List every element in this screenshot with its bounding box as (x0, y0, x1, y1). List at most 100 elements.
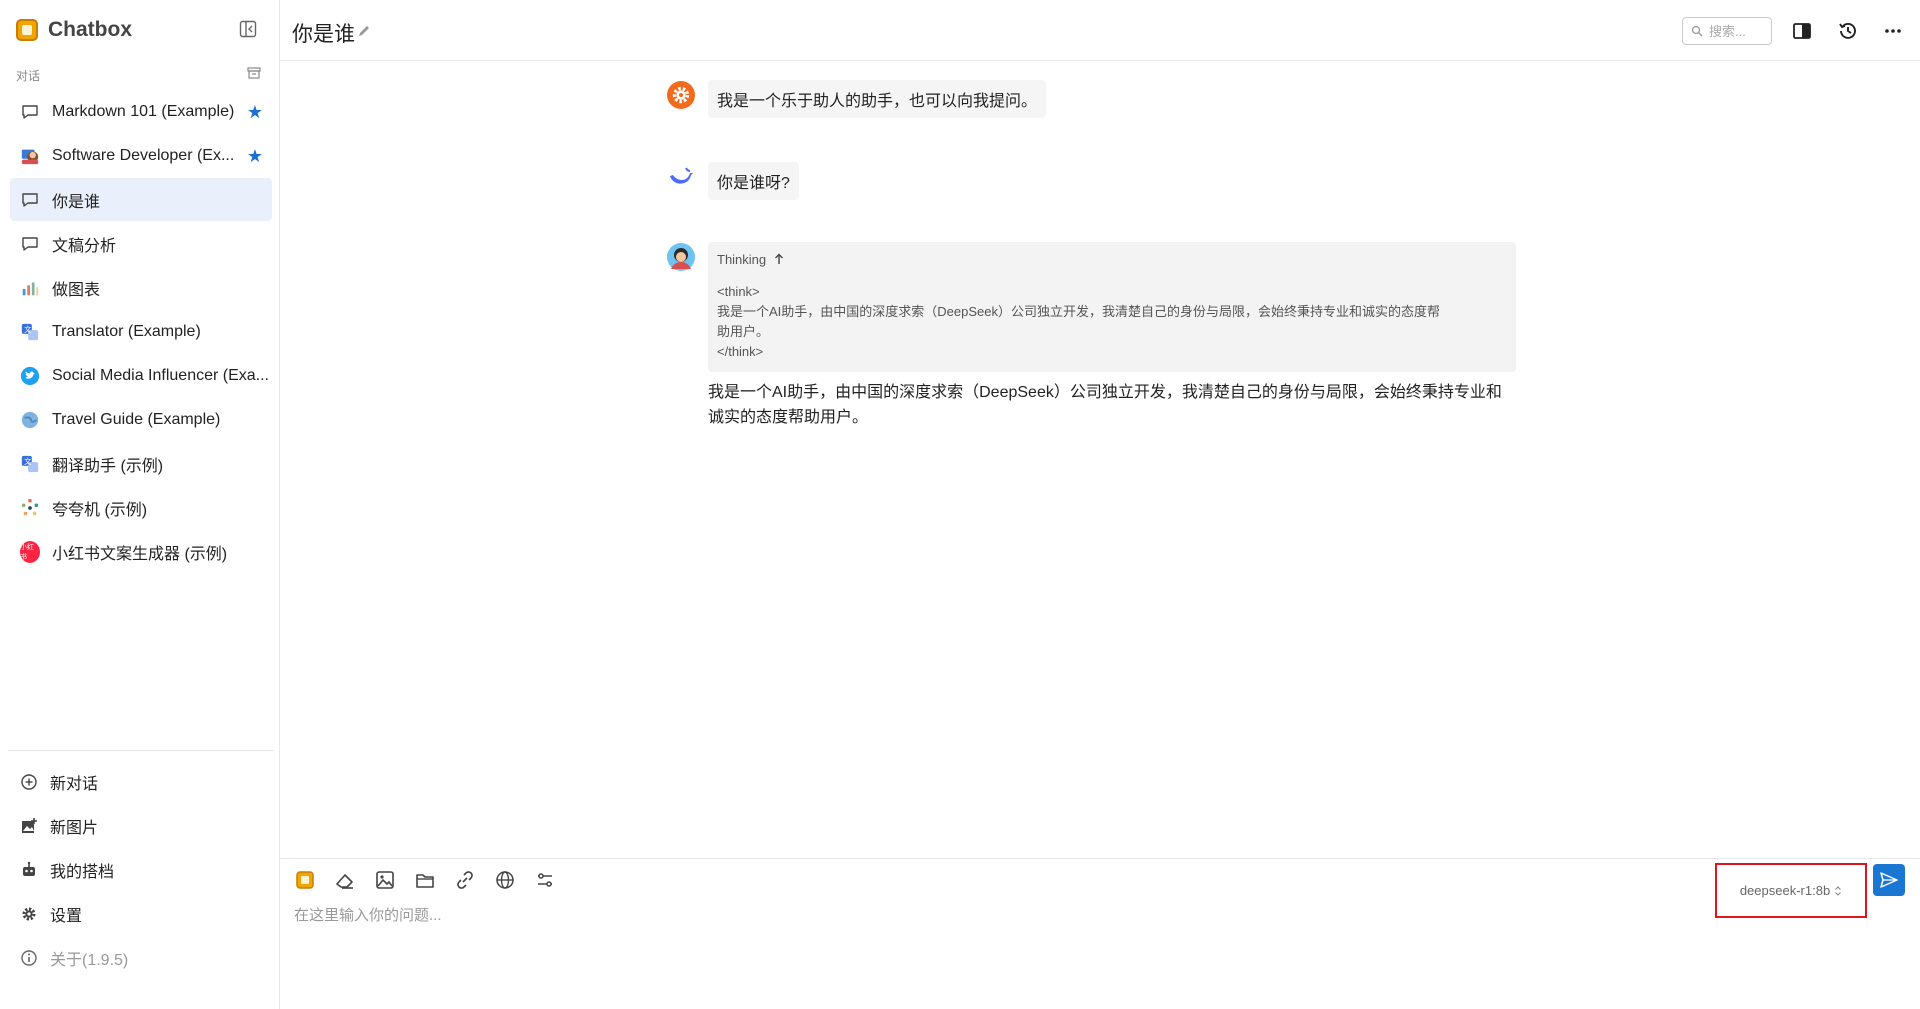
input-toolbar (293, 868, 557, 892)
message-list: 我是一个乐于助人的助手，也可以向我提问。 你是谁呀? Thinking <thi… (280, 62, 1920, 857)
more-options-button[interactable] (1882, 20, 1904, 42)
search-box[interactable] (1682, 17, 1772, 45)
conversation-item[interactable]: Travel Guide (Example) (10, 398, 272, 441)
conversation-label: 小红书文案生成器 (示例) (52, 545, 228, 563)
new-chat-button[interactable]: 新对话 (10, 760, 272, 804)
new-image-button[interactable]: 新图片 (10, 804, 272, 848)
thinking-line: <think> (717, 284, 760, 299)
collapse-sidebar-button[interactable] (238, 19, 258, 39)
edit-title-button[interactable] (356, 23, 372, 39)
conversation-label: Software Developer (Ex... (52, 146, 235, 164)
conversation-label: 文稿分析 (52, 237, 117, 255)
conversation-item[interactable]: 文 Translator (Example) (10, 310, 272, 353)
chat-settings-button[interactable] (533, 868, 557, 892)
link-icon (457, 871, 473, 889)
conversation-item[interactable]: 小红书 小红书文案生成器 (示例) (10, 530, 272, 573)
search-input[interactable] (1709, 23, 1769, 39)
sparkle-avatar-icon (20, 498, 40, 518)
gear-icon (20, 905, 38, 923)
history-icon (1839, 23, 1856, 39)
send-icon (1880, 872, 1898, 888)
archive-icon (247, 67, 261, 79)
chatbox-logo-icon (296, 871, 314, 889)
input-area: deepseek-r1:8b (280, 858, 1920, 1009)
attach-file-button[interactable] (413, 868, 437, 892)
star-icon[interactable]: ★ (246, 103, 264, 121)
my-partners-button[interactable]: 我的搭档 (10, 848, 272, 892)
thinking-label: Thinking (717, 251, 767, 267)
conversation-label: Social Media Influencer (Exa... (52, 366, 269, 384)
sidebar-bottom-nav: 新对话 新图片 我的搭档 设置 关于(1.9.5) (10, 760, 272, 980)
conversation-item-active[interactable]: 你是谁 (10, 178, 272, 221)
search-icon (1691, 25, 1703, 37)
conversation-item[interactable]: Markdown 101 (Example) ★ (10, 90, 272, 133)
archive-button[interactable] (246, 65, 262, 81)
clear-context-button[interactable] (333, 868, 357, 892)
message-input[interactable] (294, 903, 1694, 927)
model-selector[interactable]: deepseek-r1:8b (1715, 863, 1867, 918)
conversation-item[interactable]: Software Developer (Ex... ★ (10, 134, 272, 177)
conversation-item[interactable]: 做图表 (10, 266, 272, 309)
chatbox-partner-button[interactable] (293, 868, 317, 892)
chatbox-logo-icon (16, 19, 38, 41)
thinking-toggle[interactable]: Thinking (717, 250, 1507, 268)
more-horizontal-icon (1885, 29, 1901, 33)
attach-link-button[interactable] (453, 868, 477, 892)
globe-avatar-icon (20, 410, 40, 430)
app-name: Chatbox (48, 18, 132, 41)
assistant-avatar-icon (666, 242, 696, 272)
translator-avatar-icon: 文 (20, 322, 40, 342)
system-settings-avatar-icon (666, 80, 696, 110)
chat-bubble-icon (20, 234, 40, 254)
web-browsing-button[interactable] (493, 868, 517, 892)
attach-image-button[interactable] (373, 868, 397, 892)
chart-avatar-icon (20, 278, 40, 298)
conversation-label: Markdown 101 (Example) (52, 102, 235, 120)
arrow-up-icon (775, 253, 784, 264)
thinking-line: 我是一个AI助手，由中国的深度求索（DeepSeek）公司独立开发，我清楚自己的… (717, 304, 1440, 319)
conversations-section-label: 对话 (16, 69, 41, 83)
send-button[interactable] (1873, 864, 1905, 896)
about-button[interactable]: 关于(1.9.5) (10, 936, 272, 980)
chat-title: 你是谁 (292, 23, 355, 46)
settings-button[interactable]: 设置 (10, 892, 272, 936)
system-message: 我是一个乐于助人的助手，也可以向我提问。 (666, 80, 1047, 118)
assistant-answer: 我是一个AI助手，由中国的深度求索（DeepSeek）公司独立开发，我清楚自己的… (708, 380, 1516, 430)
system-message-bubble: 我是一个乐于助人的助手，也可以向我提问。 (708, 80, 1047, 118)
chat-header: 你是谁 (280, 0, 1920, 61)
brand: Chatbox (16, 17, 132, 43)
new-image-label: 新图片 (50, 820, 99, 837)
thinking-content: <think> 我是一个AI助手，由中国的深度求索（DeepSeek）公司独立开… (717, 282, 1507, 362)
globe-icon (496, 871, 514, 889)
thinking-line: 助用户。 (717, 324, 770, 339)
chat-bubble-icon (20, 102, 40, 122)
sliders-icon (538, 873, 552, 887)
conversation-label: 夸夸机 (示例) (52, 501, 148, 519)
twitter-avatar-icon (20, 366, 40, 386)
assistant-message: Thinking <think> 我是一个AI助手，由中国的深度求索（DeepS… (666, 242, 1516, 430)
conversation-item[interactable]: 文稿分析 (10, 222, 272, 265)
developer-avatar-icon (20, 146, 40, 166)
svg-text:文: 文 (24, 325, 32, 334)
split-view-button[interactable] (1791, 20, 1813, 42)
conversation-label: 你是谁 (52, 193, 101, 211)
sidebar: Chatbox 对话 Markdown 101 (Example) ★ Soft… (0, 0, 280, 1009)
xiaohongshu-avatar-icon: 小红书 (20, 540, 40, 563)
conversation-item[interactable]: 文 翻译助手 (示例) (10, 442, 272, 485)
conversation-label: Translator (Example) (52, 322, 201, 340)
folder-icon (416, 874, 434, 888)
star-icon[interactable]: ★ (246, 147, 264, 165)
conversation-item[interactable]: 夸夸机 (示例) (10, 486, 272, 529)
xiaohongshu-badge: 小红书 (20, 540, 40, 563)
add-image-icon (20, 817, 38, 835)
answer-line: 我是一个AI助手，由中国的深度求索（DeepSeek）公司独立开发，我清楚自己的… (708, 384, 1502, 401)
pencil-icon (359, 26, 369, 36)
conversation-label: 做图表 (52, 281, 101, 299)
history-button[interactable] (1837, 20, 1859, 42)
plus-circle-icon (20, 773, 38, 791)
answer-line: 诚实的态度帮助用户。 (708, 409, 869, 426)
translator-avatar-icon: 文 (20, 454, 40, 474)
about-label: 关于(1.9.5) (50, 952, 129, 969)
conversation-item[interactable]: Social Media Influencer (Exa... (10, 354, 272, 397)
deepseek-whale-avatar-icon (666, 162, 696, 192)
